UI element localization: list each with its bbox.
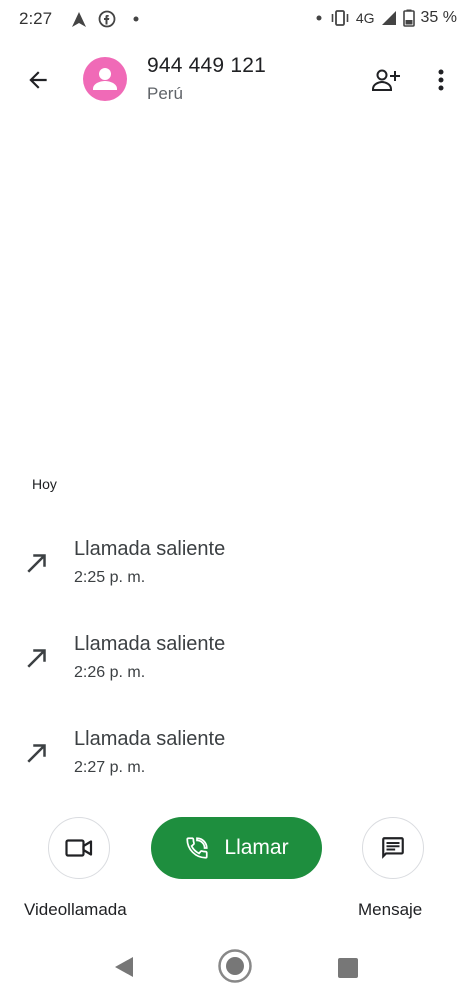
- call-time: 2:25 p. m.: [74, 569, 146, 586]
- video-call-label[interactable]: Videollamada: [24, 900, 127, 920]
- nav-back-icon[interactable]: [113, 955, 135, 979]
- status-notification-icons: [70, 10, 150, 35]
- facebook-icon: [98, 10, 116, 28]
- call-row[interactable]: Llamada saliente 2:25 p. m.: [0, 530, 473, 610]
- vibrate-icon: [331, 10, 349, 26]
- phone-icon: [186, 837, 209, 859]
- call-time: 2:26 p. m.: [74, 664, 146, 681]
- navigation-icon: [72, 12, 86, 27]
- message-button[interactable]: [362, 817, 424, 879]
- back-button[interactable]: [18, 60, 58, 100]
- status-right: 4G 35 %: [314, 9, 457, 27]
- call-button-label: Llamar: [224, 836, 289, 859]
- call-row[interactable]: Llamada saliente 2:26 p. m.: [0, 625, 473, 705]
- call-button[interactable]: Llamar: [151, 817, 322, 879]
- person-add-icon: [372, 69, 400, 91]
- more-options-button[interactable]: [424, 60, 458, 100]
- outgoing-call-icon: [27, 744, 46, 763]
- outgoing-call-icon: [27, 649, 46, 668]
- video-call-button[interactable]: [48, 817, 110, 879]
- call-type: Llamada saliente: [74, 538, 226, 560]
- person-icon: [93, 68, 117, 90]
- avatar: [83, 57, 127, 101]
- nav-home-icon[interactable]: [218, 949, 252, 983]
- signal-icon: [381, 11, 396, 25]
- message-icon: [382, 837, 404, 859]
- battery-icon: [402, 9, 415, 27]
- battery-level: 35 %: [420, 9, 457, 26]
- contact-country: Perú: [147, 84, 183, 103]
- nav-recents-icon[interactable]: [338, 958, 358, 978]
- status-time: 2:27: [19, 9, 53, 28]
- add-contact-button[interactable]: [366, 60, 406, 100]
- contact-number: 944 449 121: [147, 54, 266, 77]
- dot-icon: [316, 15, 322, 21]
- call-type: Llamada saliente: [74, 633, 226, 655]
- message-label[interactable]: Mensaje: [358, 900, 422, 920]
- more-vert-icon: [438, 69, 444, 91]
- section-header-today: Hoy: [32, 476, 57, 492]
- arrow-back-icon: [29, 71, 47, 89]
- call-time: 2:27 p. m.: [74, 759, 146, 776]
- videocam-icon: [65, 839, 93, 857]
- outgoing-call-icon: [27, 554, 46, 573]
- call-type: Llamada saliente: [74, 728, 226, 750]
- status-bar: 2:27 4G 35 %: [0, 0, 473, 40]
- dot-icon: [133, 16, 139, 22]
- call-row[interactable]: Llamada saliente 2:27 p. m.: [0, 720, 473, 800]
- network-type: 4G: [355, 10, 375, 26]
